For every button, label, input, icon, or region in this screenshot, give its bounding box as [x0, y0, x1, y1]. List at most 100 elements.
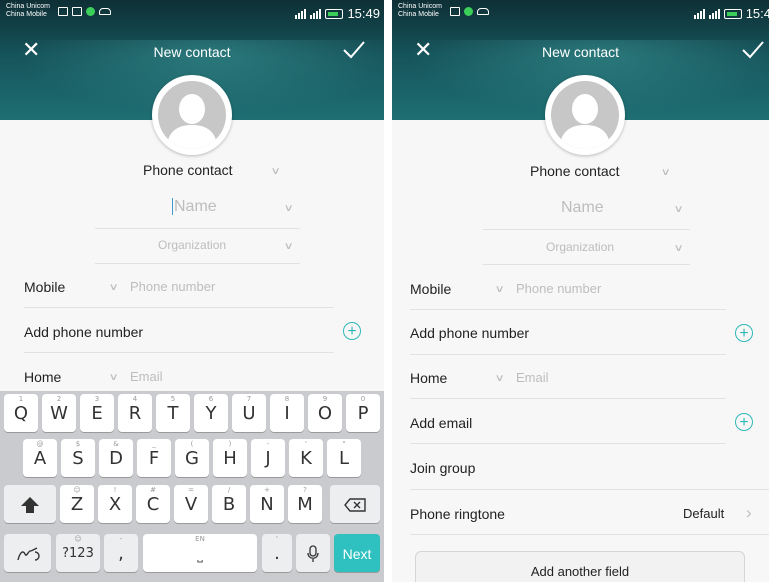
key-a[interactable]: @ A [23, 439, 57, 477]
key-label: O [317, 403, 333, 424]
add-phone-plus-icon[interactable]: + [735, 324, 753, 342]
key-label: E [91, 403, 103, 424]
add-email-label[interactable]: Add email [410, 415, 472, 431]
account-label[interactable]: Phone contact [530, 163, 620, 179]
key-q[interactable]: 1Q [4, 394, 38, 432]
symbols-key[interactable]: ☺ ?123 [56, 534, 100, 572]
account-chevron-icon[interactable]: ∨ [271, 166, 281, 177]
comma-key[interactable]: -, [104, 534, 138, 572]
email-input[interactable]: Email [516, 370, 549, 385]
email-type-label[interactable]: Home [410, 370, 447, 386]
handwriting-key[interactable] [4, 534, 51, 572]
key-hint: ☺ [73, 486, 81, 494]
status-bar: China Unicom China Mobile 15:4 [392, 0, 769, 26]
key-p[interactable]: 0P [346, 394, 380, 432]
shift-key[interactable] [4, 485, 56, 523]
key-m[interactable]: ? M [288, 485, 322, 523]
key-label: K [300, 448, 312, 469]
key-o[interactable]: 9O [308, 394, 342, 432]
key-w[interactable]: 2W [42, 394, 76, 432]
cloud-icon [99, 8, 111, 15]
email-input[interactable]: Email [130, 369, 163, 384]
key-hint: - [266, 440, 270, 448]
key-hint: 3 [94, 395, 100, 403]
account-chevron-icon[interactable]: ∨ [661, 167, 671, 178]
key-x[interactable]: ! X [98, 485, 132, 523]
add-phone-plus-icon[interactable]: + [343, 322, 361, 340]
shift-arrow-icon [21, 497, 39, 513]
confirm-check-icon[interactable] [342, 40, 366, 60]
name-chevron-icon[interactable]: ∨ [284, 203, 294, 214]
phone-type-label[interactable]: Mobile [24, 279, 65, 295]
key-label: F [148, 448, 160, 469]
key-f[interactable]: _ F [137, 439, 171, 477]
handwriting-icon [16, 547, 40, 561]
key-u[interactable]: 7U [232, 394, 266, 432]
voice-key[interactable] [296, 534, 330, 572]
clock: 15:4 [745, 6, 769, 21]
phone-type-chevron-icon[interactable]: ∨ [495, 284, 505, 295]
name-input[interactable]: Name [172, 198, 217, 216]
ringtone-label[interactable]: Phone ringtone [410, 506, 505, 522]
email-type-chevron-icon[interactable]: ∨ [495, 373, 505, 384]
period-key[interactable]: '. [262, 534, 292, 572]
key-label: Z [70, 494, 84, 515]
key-n[interactable]: + N [250, 485, 284, 523]
phone-number-input[interactable]: Phone number [516, 281, 601, 296]
phone-type-label[interactable]: Mobile [410, 281, 451, 297]
key-label: J [265, 448, 271, 469]
join-group-label[interactable]: Join group [410, 460, 475, 476]
key-e[interactable]: 3E [80, 394, 114, 432]
name-chevron-icon[interactable]: ∨ [674, 204, 684, 215]
key-v[interactable]: = V [174, 485, 208, 523]
add-email-plus-icon[interactable]: + [735, 413, 753, 431]
person-silhouette-icon [166, 94, 218, 149]
phone-number-input[interactable]: Phone number [130, 279, 215, 294]
next-key[interactable]: Next [334, 534, 380, 572]
space-hint: EN [195, 535, 205, 543]
key-t[interactable]: 5T [156, 394, 190, 432]
key-y[interactable]: 6Y [194, 394, 228, 432]
key-label: L [338, 448, 350, 469]
key-r[interactable]: 4R [118, 394, 152, 432]
space-key[interactable]: EN ⎵ [143, 534, 257, 572]
key-c[interactable]: # C [136, 485, 170, 523]
phone-type-chevron-icon[interactable]: ∨ [109, 282, 119, 293]
add-phone-label[interactable]: Add phone number [410, 325, 529, 341]
key-hint: & [113, 440, 119, 448]
organization-input[interactable]: Organization [158, 238, 226, 252]
account-label[interactable]: Phone contact [143, 162, 233, 178]
confirm-check-icon[interactable] [741, 40, 765, 60]
title-bar: ✕ New contact [0, 36, 384, 66]
key-b[interactable]: / B [212, 485, 246, 523]
divider [24, 352, 334, 353]
org-chevron-icon[interactable]: ∨ [284, 241, 294, 252]
clock: 15:49 [347, 6, 380, 21]
key-hint: _ [152, 440, 156, 448]
key-z[interactable]: ☺ Z [60, 485, 94, 523]
name-input[interactable]: Name [561, 199, 604, 217]
ringtone-value[interactable]: Default [683, 506, 724, 521]
name-placeholder: Name [174, 198, 217, 215]
carrier-names: China Unicom China Mobile [6, 3, 50, 19]
contact-photo[interactable] [152, 75, 232, 155]
org-chevron-icon[interactable]: ∨ [674, 243, 684, 254]
key-k[interactable]: ' K [289, 439, 323, 477]
key-h[interactable]: ) H [213, 439, 247, 477]
key-hint: @ [36, 440, 44, 448]
add-phone-label[interactable]: Add phone number [24, 324, 143, 340]
key-s[interactable]: $ S [61, 439, 95, 477]
key-g[interactable]: (G [175, 439, 209, 477]
key-j[interactable]: -J [251, 439, 285, 477]
key-i[interactable]: 8I [270, 394, 304, 432]
ringtone-chevron-right-icon[interactable]: › [746, 503, 752, 523]
add-another-field-button[interactable]: Add another field [415, 551, 745, 582]
email-type-label[interactable]: Home [24, 369, 61, 385]
key-d[interactable]: & D [99, 439, 133, 477]
contact-photo[interactable] [544, 75, 625, 155]
key-l[interactable]: " L [327, 439, 361, 477]
backspace-key[interactable] [330, 485, 380, 523]
organization-input[interactable]: Organization [546, 240, 614, 254]
signal-2g-icon [310, 8, 322, 19]
email-type-chevron-icon[interactable]: ∨ [109, 372, 119, 383]
